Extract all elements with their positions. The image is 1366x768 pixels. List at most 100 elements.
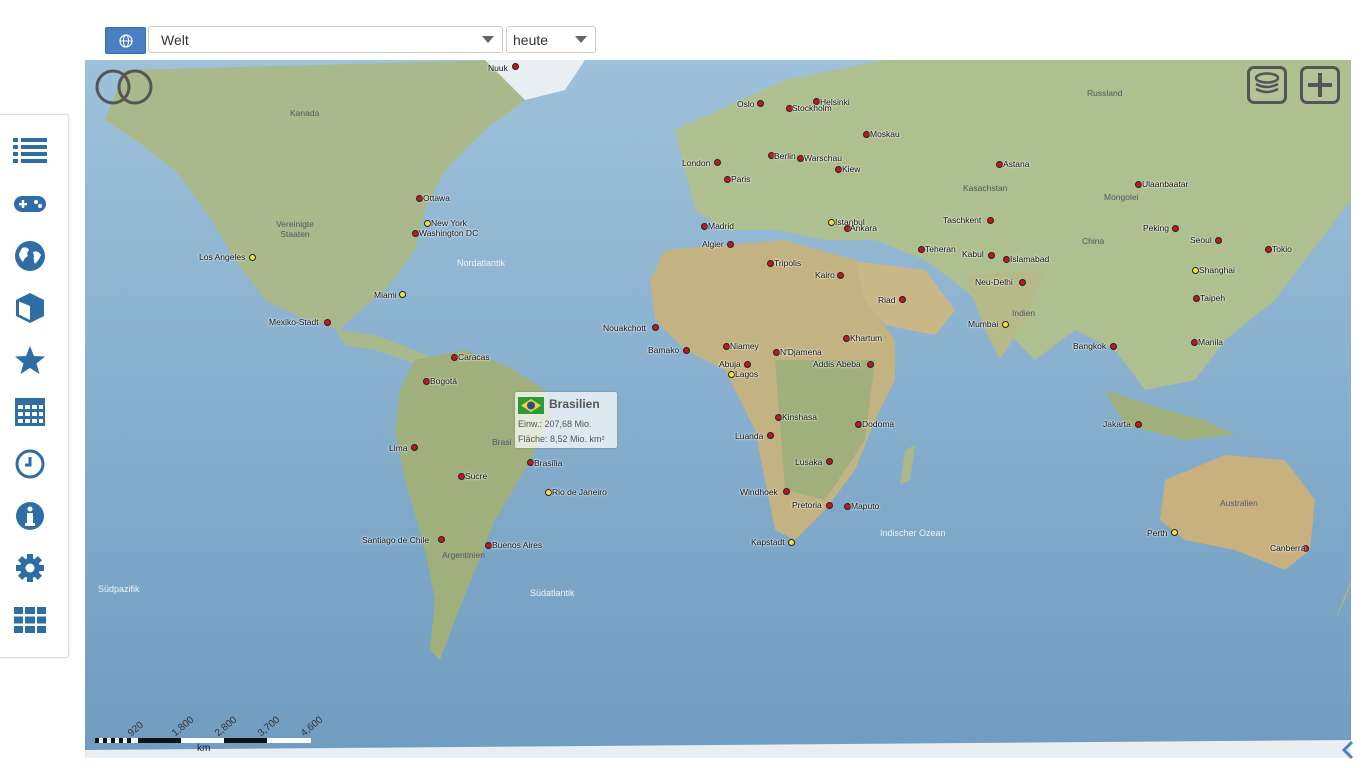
capital-dot[interactable] xyxy=(996,161,1003,168)
sidebar-item-history[interactable] xyxy=(12,446,48,482)
sidebar-item-cube[interactable] xyxy=(12,290,48,326)
city-dot[interactable] xyxy=(399,291,406,298)
city-label[interactable]: Tokio xyxy=(1272,244,1292,254)
capital-dot[interactable] xyxy=(1215,237,1222,244)
capital-dot[interactable] xyxy=(412,230,419,237)
capital-dot[interactable] xyxy=(1265,246,1272,253)
collapse-arrow-button[interactable] xyxy=(1340,740,1354,765)
city-label[interactable]: Taschkent xyxy=(943,215,981,225)
capital-dot[interactable] xyxy=(837,272,844,279)
zoom-in-button[interactable] xyxy=(1300,66,1340,104)
layers-button[interactable] xyxy=(1247,66,1287,104)
city-label[interactable]: New York xyxy=(431,218,467,228)
city-label[interactable]: Ankara xyxy=(850,223,877,233)
capital-dot[interactable] xyxy=(1110,343,1117,350)
city-label[interactable]: Teheran xyxy=(925,244,956,254)
city-label[interactable]: Miami xyxy=(374,290,397,300)
city-dot[interactable] xyxy=(545,489,552,496)
capital-dot[interactable] xyxy=(1172,225,1179,232)
capital-dot[interactable] xyxy=(416,195,423,202)
capital-dot[interactable] xyxy=(438,536,445,543)
capital-dot[interactable] xyxy=(775,414,782,421)
capital-dot[interactable] xyxy=(727,241,734,248)
city-label[interactable]: Bogotá xyxy=(430,376,457,386)
city-label[interactable]: Los Angeles xyxy=(199,252,245,262)
city-label[interactable]: N'Djamena xyxy=(780,347,822,357)
city-label[interactable]: Seoul xyxy=(1190,235,1212,245)
city-label[interactable]: Peking xyxy=(1143,223,1169,233)
city-label[interactable]: Rio de Janeiro xyxy=(552,487,607,497)
city-label[interactable]: Moskau xyxy=(870,129,900,139)
city-label[interactable]: Lagos xyxy=(735,369,758,379)
city-label[interactable]: Windhoek xyxy=(740,487,778,497)
city-label[interactable]: Kairo xyxy=(815,270,835,280)
city-label[interactable]: Khartum xyxy=(850,333,882,343)
capital-dot[interactable] xyxy=(918,246,925,253)
city-label[interactable]: Islamabad xyxy=(1010,254,1049,264)
city-label[interactable]: Maputo xyxy=(851,501,879,511)
city-label[interactable]: Perth xyxy=(1147,528,1167,538)
city-label[interactable]: Bangkok xyxy=(1073,341,1106,351)
city-dot[interactable] xyxy=(728,371,735,378)
sidebar-item-games[interactable] xyxy=(12,186,48,222)
city-label[interactable]: Nuuk xyxy=(488,63,508,73)
city-dot[interactable] xyxy=(1171,529,1178,536)
city-label[interactable]: Stockholm xyxy=(792,103,832,113)
capital-dot[interactable] xyxy=(411,444,418,451)
world-map[interactable]: Kanada Vereinigte Staaten Russland Kasac… xyxy=(85,60,1351,758)
capital-dot[interactable] xyxy=(843,335,850,342)
city-label[interactable]: Abuja xyxy=(719,359,741,369)
city-dot[interactable] xyxy=(249,254,256,261)
region-select[interactable]: Welt xyxy=(148,26,503,53)
city-label[interactable]: Sucre xyxy=(465,471,487,481)
city-label[interactable]: Niamey xyxy=(730,341,759,351)
sidebar-item-settings[interactable] xyxy=(12,550,48,586)
city-dot[interactable] xyxy=(424,220,431,227)
capital-dot[interactable] xyxy=(1191,339,1198,346)
city-label[interactable]: Washington DC xyxy=(419,228,478,238)
city-label[interactable]: Kinshasa xyxy=(782,412,817,422)
city-label[interactable]: Warschau xyxy=(804,153,842,163)
city-label[interactable]: Pretoria xyxy=(792,500,822,510)
capital-dot[interactable] xyxy=(1135,421,1142,428)
capital-dot[interactable] xyxy=(899,296,906,303)
city-label[interactable]: Jakarta xyxy=(1103,419,1131,429)
capital-dot[interactable] xyxy=(652,324,659,331)
capital-dot[interactable] xyxy=(797,155,804,162)
city-label[interactable]: Brasília xyxy=(534,458,562,468)
capital-dot[interactable] xyxy=(451,354,458,361)
capital-dot[interactable] xyxy=(723,343,730,350)
city-dot[interactable] xyxy=(788,539,795,546)
capital-dot[interactable] xyxy=(701,223,708,230)
city-label[interactable]: Mumbai xyxy=(968,319,998,329)
city-label[interactable]: Taipeh xyxy=(1200,293,1225,303)
city-label[interactable]: Manila xyxy=(1198,337,1223,347)
capital-dot[interactable] xyxy=(724,176,731,183)
city-dot[interactable] xyxy=(1192,267,1199,274)
city-label[interactable]: Lima xyxy=(389,443,407,453)
capital-dot[interactable] xyxy=(714,159,721,166)
city-label[interactable]: London xyxy=(682,158,710,168)
capital-dot[interactable] xyxy=(744,361,751,368)
capital-dot[interactable] xyxy=(988,252,995,259)
sidebar-item-info[interactable] xyxy=(12,498,48,534)
city-label[interactable]: Lusaka xyxy=(795,457,822,467)
sidebar-item-list[interactable] xyxy=(12,132,48,168)
capital-dot[interactable] xyxy=(1019,279,1026,286)
city-label[interactable]: Astana xyxy=(1003,159,1029,169)
city-label[interactable]: Bamako xyxy=(648,345,679,355)
city-label[interactable]: Luanda xyxy=(735,431,763,441)
city-label[interactable]: Kapstadt xyxy=(751,537,785,547)
capital-dot[interactable] xyxy=(485,542,492,549)
capital-dot[interactable] xyxy=(1003,256,1010,263)
capital-dot[interactable] xyxy=(783,488,790,495)
city-dot[interactable] xyxy=(1002,321,1009,328)
capital-dot[interactable] xyxy=(826,458,833,465)
city-label[interactable]: Berlin xyxy=(774,151,796,161)
sidebar-item-globe[interactable] xyxy=(12,238,48,274)
time-select[interactable]: heute xyxy=(506,26,596,53)
city-label[interactable]: Caracas xyxy=(458,352,490,362)
city-label[interactable]: Nouakchott xyxy=(603,323,646,333)
city-label[interactable]: Canberra xyxy=(1270,543,1305,553)
city-label[interactable]: Algier xyxy=(702,239,724,249)
